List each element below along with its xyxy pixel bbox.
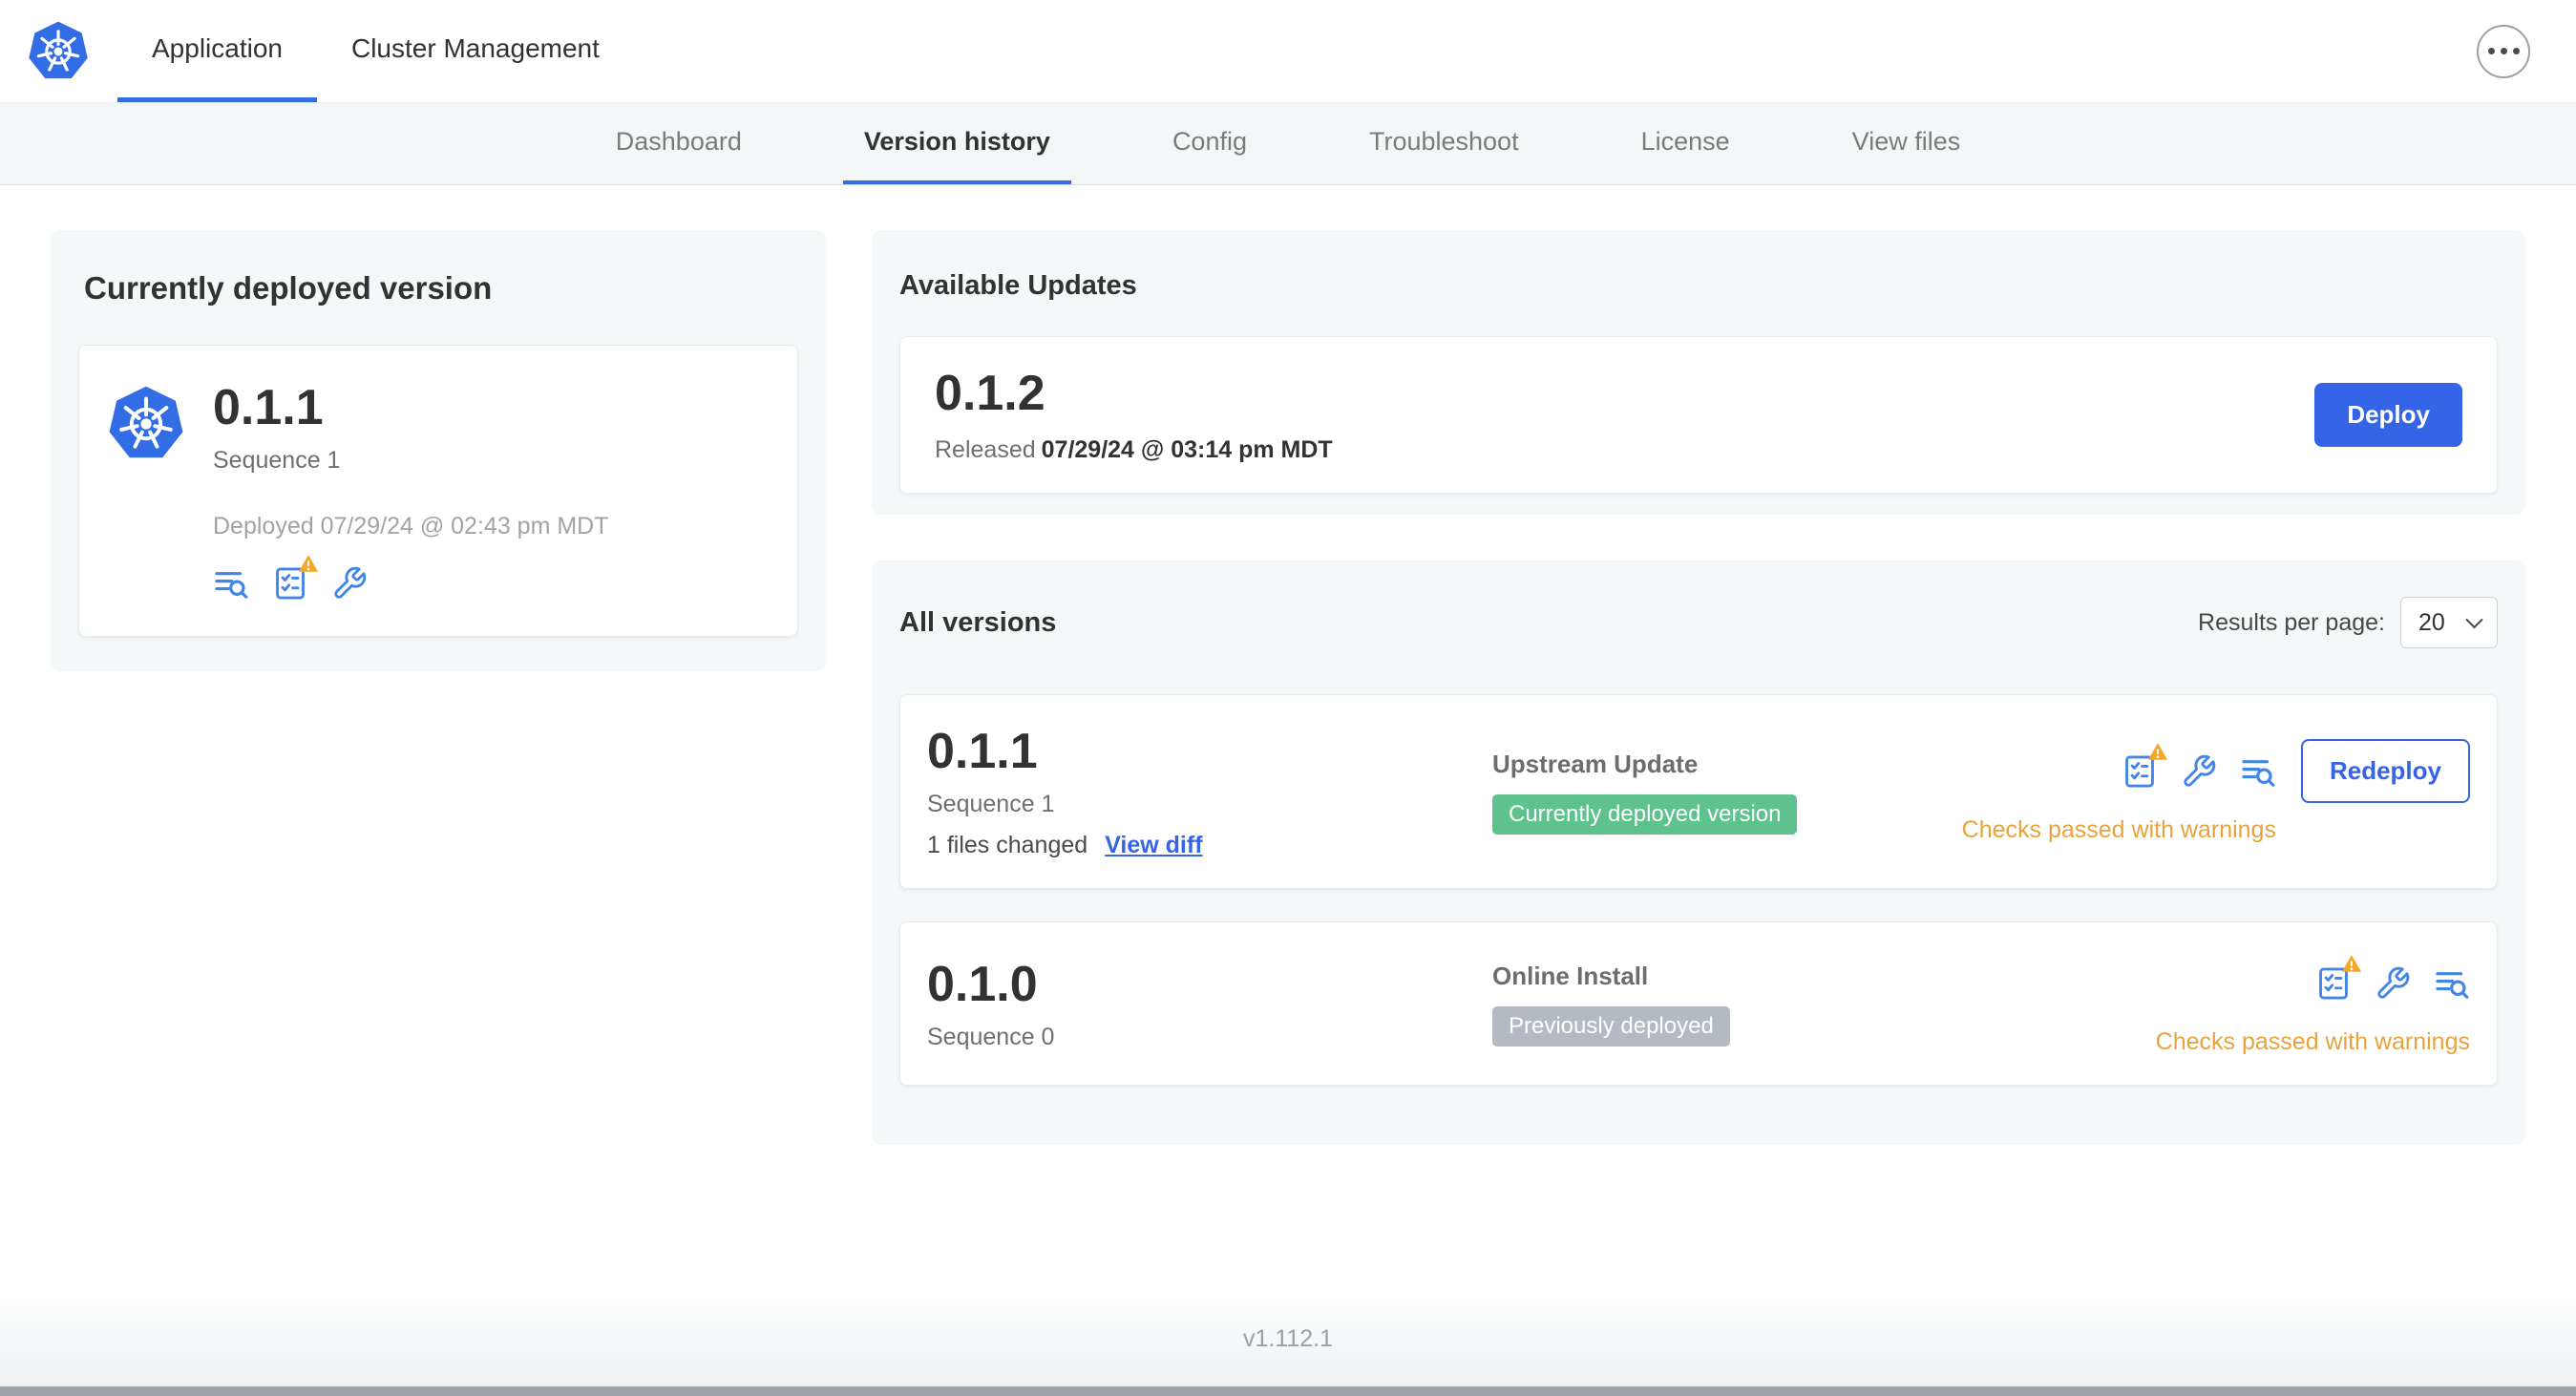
app-logo: [16, 0, 117, 102]
config-icon[interactable]: [2375, 965, 2411, 1002]
warning-triangle-icon: [2341, 953, 2362, 974]
checks-status-text: Checks passed with warnings: [2155, 1028, 2470, 1056]
logs-icon[interactable]: [213, 565, 249, 602]
row-sequence-label: Sequence 0: [927, 1024, 1055, 1051]
deploy-button[interactable]: Deploy: [2314, 383, 2462, 448]
available-updates-title: Available Updates: [899, 270, 1137, 301]
view-diff-link[interactable]: View diff: [1105, 832, 1202, 859]
warning-triangle-icon: [298, 553, 319, 574]
files-changed-label: 1 files changed: [927, 832, 1088, 859]
deployed-version-panel: 0.1.1 Sequence 1 Deployed 07/29/24 @ 02:…: [78, 345, 798, 638]
top-tab-cluster-management[interactable]: Cluster Management: [317, 0, 634, 102]
update-released-line: Released 07/29/24 @ 03:14 pm MDT: [935, 436, 1333, 464]
version-row-checks: Checks passed with warnings: [2156, 951, 2470, 1056]
version-row-actions: Checks passed with warnings: [2156, 951, 2470, 1056]
redeploy-button[interactable]: Redeploy: [2300, 739, 2470, 804]
update-info: 0.1.2 Released 07/29/24 @ 03:14 pm MDT: [935, 366, 1333, 464]
released-timestamp: 07/29/24 @ 03:14 pm MDT: [1041, 436, 1333, 464]
deployed-sequence-label: Sequence 1: [213, 447, 341, 475]
top-nav-spacer: [634, 0, 2477, 102]
wrench-glyph: [331, 565, 368, 602]
deployed-card-title: Currently deployed version: [84, 270, 493, 306]
all-versions-card: All versions Results per page: 20 0.1.1 …: [872, 561, 2525, 1146]
results-per-page-select[interactable]: 20: [2400, 597, 2498, 649]
page-footer: v1.112.1: [0, 1291, 2576, 1386]
released-label: Released: [935, 436, 1036, 464]
wrench-glyph: [2181, 753, 2217, 790]
tab-version-history[interactable]: Version history: [842, 103, 1071, 184]
row-action-icons: [2122, 739, 2276, 803]
deployed-version-number: 0.1.1: [213, 380, 324, 435]
results-per-page-label: Results per page:: [2198, 608, 2385, 636]
app-sub-nav: Dashboard Version history Config Trouble…: [0, 103, 2576, 185]
deployed-version-info: 0.1.1 Sequence 1 Deployed 07/29/24 @ 02:…: [213, 380, 609, 602]
source-label: Upstream Update: [1492, 749, 1699, 778]
update-version-number: 0.1.2: [935, 366, 1045, 421]
tab-dashboard[interactable]: Dashboard: [595, 103, 763, 184]
all-versions-header: All versions Results per page: 20: [899, 597, 2498, 649]
wrench-glyph: [2375, 965, 2411, 1002]
status-badge: Currently deployed version: [1492, 793, 1798, 835]
available-updates-card: Available Updates 0.1.2 Released 07/29/24…: [872, 230, 2525, 516]
version-row-source: Upstream Update Currently deployed versi…: [1492, 750, 1962, 835]
version-row-info: 0.1.0 Sequence 0: [927, 957, 1492, 1051]
deployed-action-icons: [213, 565, 609, 602]
config-icon[interactable]: [331, 565, 368, 602]
row-version-number: 0.1.0: [927, 956, 1038, 1012]
version-row-checks: Checks passed with warnings: [1962, 739, 2276, 844]
update-row: 0.1.2 Released 07/29/24 @ 03:14 pm MDT De…: [899, 336, 2498, 495]
warning-triangle-icon: [2147, 741, 2168, 762]
tab-license[interactable]: License: [1620, 103, 1751, 184]
bottom-edge-strip: [0, 1386, 2576, 1396]
logs-icon[interactable]: [2240, 753, 2276, 790]
status-badge: Previously deployed: [1492, 1005, 1730, 1047]
version-row-source: Online Install Previously deployed: [1492, 962, 2156, 1047]
tab-config[interactable]: Config: [1151, 103, 1268, 184]
app-version-text: v1.112.1: [1242, 1324, 1334, 1352]
preflight-checks-icon[interactable]: [2122, 753, 2158, 790]
right-column: Available Updates 0.1.2 Released 07/29/24…: [872, 230, 2525, 1146]
top-nav: Application Cluster Management: [0, 0, 2576, 103]
all-versions-title: All versions: [899, 606, 1057, 638]
row-action-icons: [2315, 951, 2470, 1015]
config-icon[interactable]: [2181, 753, 2217, 790]
row-version-number: 0.1.1: [927, 724, 1038, 780]
version-row-0-1-0: 0.1.0 Sequence 0 Online Install Previous…: [899, 921, 2498, 1087]
version-row-0-1-1: 0.1.1 Sequence 1 1 files changed View di…: [899, 694, 2498, 890]
logs-glyph: [2240, 753, 2276, 790]
kubernetes-logo-icon: [28, 21, 89, 82]
source-label: Online Install: [1492, 961, 1649, 990]
logs-icon[interactable]: [2434, 965, 2470, 1002]
files-changed-line: 1 files changed View diff: [927, 832, 1492, 859]
row-sequence-label: Sequence 1: [927, 791, 1055, 818]
results-per-page: Results per page: 20: [2198, 597, 2498, 649]
ellipsis-icon: [2487, 48, 2520, 54]
top-nav-tabs: Application Cluster Management: [117, 0, 634, 102]
deployed-timestamp: Deployed 07/29/24 @ 02:43 pm MDT: [213, 513, 609, 540]
main-content: Currently deployed version 0.1.1 Sequenc…: [0, 185, 2576, 1291]
checks-status-text: Checks passed with warnings: [1961, 816, 2276, 844]
overflow-menu-button[interactable]: [2477, 24, 2530, 78]
version-row-info: 0.1.1 Sequence 1 1 files changed View di…: [927, 724, 1492, 859]
results-per-page-select-wrap: 20: [2400, 597, 2498, 649]
preflight-checks-icon[interactable]: [2315, 965, 2352, 1002]
logs-glyph: [213, 565, 249, 602]
top-tab-application[interactable]: Application: [117, 0, 317, 102]
tab-view-files[interactable]: View files: [1831, 103, 1982, 184]
version-row-actions: Checks passed with warnings Redeploy: [1962, 739, 2470, 844]
logs-glyph: [2434, 965, 2470, 1002]
kubernetes-app-icon: [108, 386, 184, 462]
currently-deployed-card: Currently deployed version 0.1.1 Sequenc…: [51, 230, 826, 672]
tab-troubleshoot[interactable]: Troubleshoot: [1348, 103, 1540, 184]
preflight-checks-icon[interactable]: [272, 565, 308, 602]
